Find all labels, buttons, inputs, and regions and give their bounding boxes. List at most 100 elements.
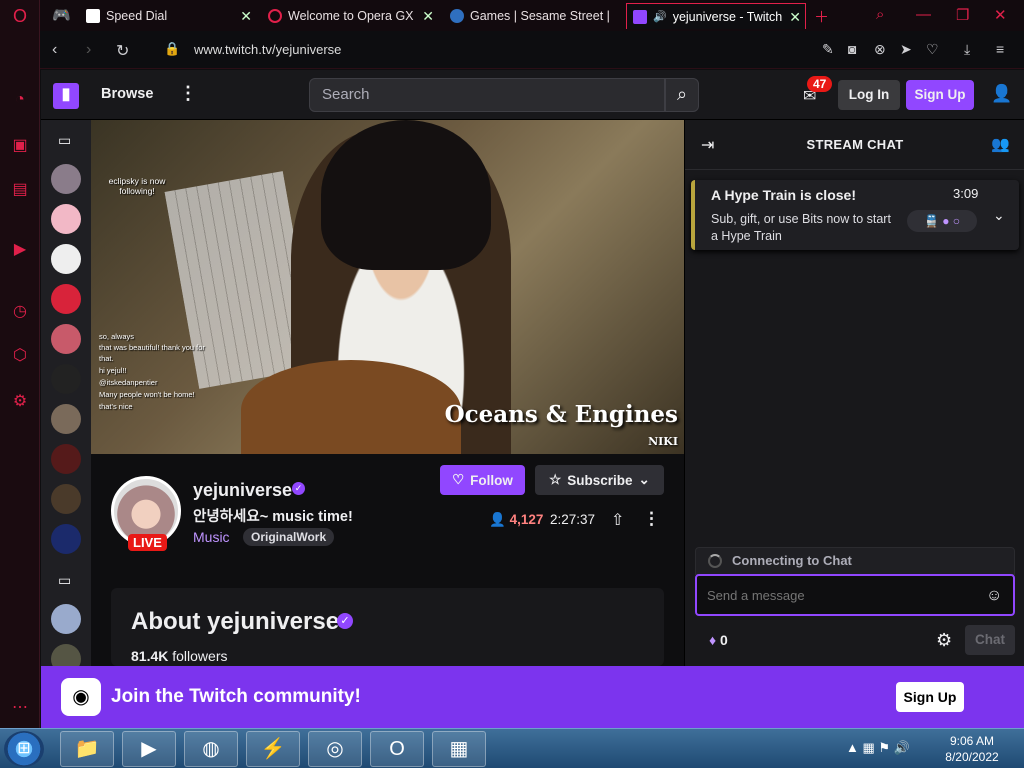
viewer-icon: 👤 [489,512,506,527]
user-icon[interactable]: 👤 [991,84,1012,104]
new-tab-icon[interactable]: ＋ [814,6,829,27]
tab-sesame-street[interactable]: Games | Sesame Street | [444,3,620,29]
channel-avatar[interactable] [51,364,81,394]
bits-balance[interactable]: ♦ 0 [709,632,728,648]
channel-info: LIVE yejuniverse ✓ 안녕하세요~ music time! Mu… [91,454,684,666]
notification-badge: 47 [807,76,833,92]
close-tab-icon[interactable]: ✕ [240,8,252,25]
gamepad-icon[interactable]: 🎮 [52,6,71,24]
tab-title: Games | Sesame Street | [470,9,610,23]
hype-train-card[interactable]: A Hype Train is close! 3:09 Sub, gift, o… [691,180,1019,250]
connecting-status: Connecting to Chat [695,547,1015,575]
camera-icon[interactable]: ◙ [848,41,856,57]
channel-avatar[interactable] [51,244,81,274]
url-field[interactable]: www.twitch.tv/yejuniverse [194,42,341,57]
followers-count: 81.4K followers [131,648,228,664]
player-icon[interactable]: ▶ [10,240,30,260]
clock-date: 8/20/2022 [945,750,999,764]
start-button-icon[interactable]: ⊞ [4,731,44,767]
channel-avatar[interactable] [51,324,81,354]
forward-icon[interactable]: › [86,41,91,59]
login-button[interactable]: Log In [838,80,900,110]
twitch-logo-icon[interactable]: ▮ [53,83,79,109]
video-camera-icon: ▭ [58,132,72,148]
file-explorer-icon[interactable]: 📁 [60,731,114,767]
follow-button[interactable]: ♡ Follow [440,465,525,495]
close-tab-icon[interactable]: ✕ [422,8,434,25]
channel-avatar[interactable] [51,524,81,554]
search-tabs-icon[interactable]: ⌕ [876,6,884,23]
chat-settings-icon[interactable]: ⚙ [936,630,952,651]
search-button[interactable]: ⌕ [665,78,699,112]
menu-icon[interactable]: ≡ [996,41,1004,57]
channel-avatar[interactable] [51,484,81,514]
search-input[interactable]: Search [309,78,665,112]
speaker-icon[interactable]: 🔊 [653,10,667,23]
join-banner: ◉ Join the Twitch community! Sign Up [41,666,1024,728]
minimize-icon[interactable]: — [916,6,931,23]
category-link[interactable]: Music [193,529,230,545]
winrar-icon[interactable]: ▦ [432,731,486,767]
banner-signup-button[interactable]: Sign Up [896,682,964,712]
clock-icon[interactable]: ◷ [10,302,30,322]
adblock-icon[interactable]: ⊗ [874,41,886,58]
tab-title: Speed Dial [106,9,168,23]
taskbar-clock[interactable]: 9:06 AM 8/20/2022 [944,733,1000,765]
hype-train-title: A Hype Train is close! [711,187,856,203]
guitar-prop [241,360,461,454]
edit-icon[interactable]: ✎ [822,41,834,58]
stream-chat-panel: ⇥ STREAM CHAT 👥 A Hype Train is close! 3… [684,120,1024,666]
subscribe-button[interactable]: ☆ Subscribe ⌄ [535,465,664,495]
cube-icon[interactable]: ⬡ [10,346,30,366]
send-icon[interactable]: ➤ [900,41,912,58]
connecting-label: Connecting to Chat [732,553,852,568]
tab-title: Welcome to Opera GX [288,9,414,23]
twitch-sidebar-icon[interactable]: ▤ [10,180,30,200]
more-icon[interactable]: ⋯ [10,698,30,718]
subscribe-label: Subscribe [567,472,633,488]
stream-uptime: 2:27:37 [550,512,596,527]
channel-avatar[interactable] [51,164,81,194]
signup-button[interactable]: Sign Up [906,80,974,110]
video-player[interactable]: eclipsky is now following! so, always th… [91,120,684,454]
media-player-icon[interactable]: ▶ [122,731,176,767]
channel-avatar[interactable] [51,444,81,474]
disc-icon[interactable]: ◎ [308,731,362,767]
opera-logo-icon[interactable]: O [10,6,30,26]
chat-message-input[interactable] [695,574,1015,616]
chrome-icon[interactable]: ◍ [184,731,238,767]
share-icon[interactable]: ⇧ [611,510,624,530]
channel-name[interactable]: yejuniverse [193,480,292,501]
channel-avatar[interactable] [51,404,81,434]
download-icon[interactable]: ⤓ [964,41,970,58]
settings-gear-icon[interactable]: ⚙ [10,392,30,412]
lightning-app-icon[interactable]: ⚡ [246,731,300,767]
more-options-icon[interactable]: ⋮ [643,509,660,529]
bag-icon[interactable]: ▣ [10,136,30,156]
browse-link[interactable]: Browse [101,86,153,102]
chevron-down-icon[interactable]: ⌄ [993,207,1005,224]
followed-channels-nav: ▭ ▭ [41,120,91,674]
system-tray-icon[interactable]: ▲ ▦ ⚑ 🔊 [846,740,910,756]
chat-send-button[interactable]: Chat [965,625,1015,655]
heart-icon[interactable]: ♡ [926,41,939,58]
emoji-icon[interactable]: ☺ [986,587,1002,605]
tab-opera-gx[interactable]: Welcome to Opera GX ✕ [262,3,438,29]
speedometer-icon[interactable]: ◔ [10,90,30,110]
tab-twitch[interactable]: 🔊 yejuniverse - Twitch ✕ [626,3,806,29]
back-icon[interactable]: ‹ [52,41,57,59]
about-title: About yejuniverse [131,608,340,635]
channel-avatar[interactable] [51,284,81,314]
tab-speed-dial[interactable]: Speed Dial ✕ [80,3,256,29]
windows-taskbar: ⊞ 📁 ▶ ◍ ⚡ ◎ O ▦ ▲ ▦ ⚑ 🔊 9:06 AM 8/20/202… [0,728,1024,768]
reload-icon[interactable]: ↻ [116,41,129,61]
restore-icon[interactable]: ❐ [956,6,969,24]
stream-tag[interactable]: OriginalWork [243,528,335,546]
close-window-icon[interactable]: ✕ [994,6,1007,24]
channel-avatar[interactable] [51,604,81,634]
channel-avatar[interactable] [51,204,81,234]
more-options-icon[interactable]: ⋮ [179,83,197,104]
opera-taskbar-icon[interactable]: O [370,731,424,767]
community-icon[interactable]: 👥 [991,135,1010,153]
close-tab-icon[interactable]: ✕ [789,9,801,26]
